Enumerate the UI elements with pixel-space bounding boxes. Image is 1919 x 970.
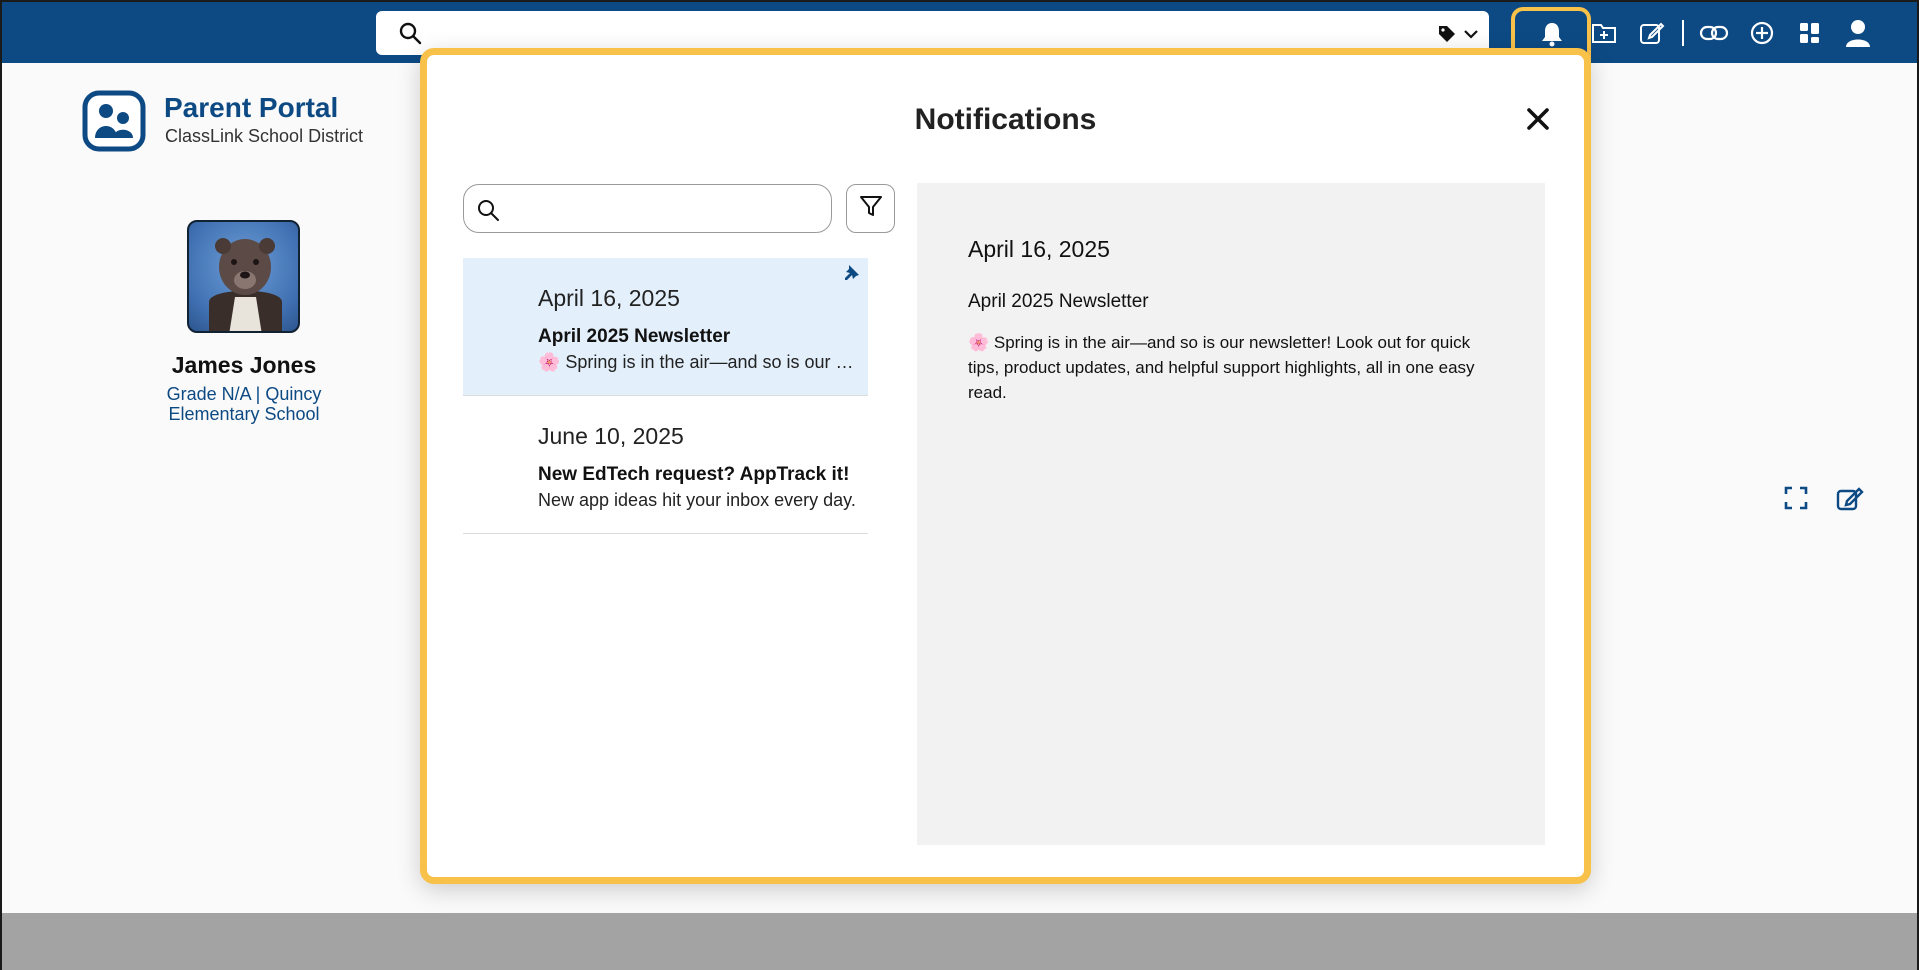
notification-search-input[interactable] <box>463 184 832 233</box>
notification-list: April 16, 2025 April 2025 Newsletter 🌸 S… <box>463 258 868 534</box>
close-icon <box>1526 108 1550 135</box>
student-details: Grade N/A | Quincy Elementary School <box>2 384 486 424</box>
filter-button[interactable] <box>846 184 895 233</box>
brand-title: Parent Portal <box>164 92 339 123</box>
notification-date: April 16, 2025 <box>538 285 680 311</box>
avatar <box>187 220 300 333</box>
folder-add-icon[interactable] <box>1580 16 1628 50</box>
close-button[interactable] <box>1526 107 1554 135</box>
notifications-modal: Notifications April 16, 2025 April 2025 … <box>420 48 1591 884</box>
edit-widget-icon[interactable] <box>1836 486 1864 517</box>
widget-actions <box>1784 486 1864 517</box>
tag-icon <box>1437 24 1457 49</box>
notification-title: April 2025 Newsletter <box>538 326 731 347</box>
grade-line: Grade N/A | Quincy <box>166 384 322 404</box>
pin-icon <box>842 264 860 287</box>
parent-portal-logo <box>82 90 146 152</box>
school-line: Elementary School <box>168 404 320 424</box>
detail-date: April 16, 2025 <box>968 236 1110 262</box>
detail-body: 🌸 Spring is in the air—and so is our new… <box>968 333 1475 402</box>
toolbar-icons <box>1580 16 1882 50</box>
student-name: James Jones <box>171 352 317 378</box>
filter-icon <box>858 193 884 224</box>
detail-title: April 2025 Newsletter <box>968 291 1149 312</box>
apps-icon[interactable] <box>1786 16 1834 50</box>
modal-title: Notifications <box>914 103 1097 136</box>
notification-preview: 🌸 Spring is in the air—and so is our new… <box>538 352 863 372</box>
footer-band <box>2 913 1917 970</box>
list-item[interactable]: June 10, 2025 New EdTech request? AppTra… <box>463 396 868 534</box>
tag-filter-dropdown[interactable] <box>1437 24 1479 49</box>
edit-icon[interactable] <box>1628 16 1676 50</box>
notification-date: June 10, 2025 <box>538 423 684 449</box>
plus-circle-icon[interactable] <box>1738 16 1786 50</box>
notification-detail-panel: April 16, 2025 April 2025 Newsletter 🌸 S… <box>917 183 1545 845</box>
chevron-down-icon <box>1463 26 1479 47</box>
user-icon[interactable] <box>1834 16 1882 50</box>
expand-icon[interactable] <box>1784 486 1808 517</box>
list-item[interactable]: April 16, 2025 April 2025 Newsletter 🌸 S… <box>463 258 868 396</box>
toolbar-divider <box>1682 20 1684 46</box>
notification-title: New EdTech request? AppTrack it! <box>538 464 850 485</box>
search-icon[interactable] <box>398 21 422 50</box>
brand-subtitle: ClassLink School District <box>165 126 364 146</box>
notification-preview: New app ideas hit your inbox every day. <box>538 490 856 510</box>
link-icon[interactable] <box>1690 16 1738 50</box>
